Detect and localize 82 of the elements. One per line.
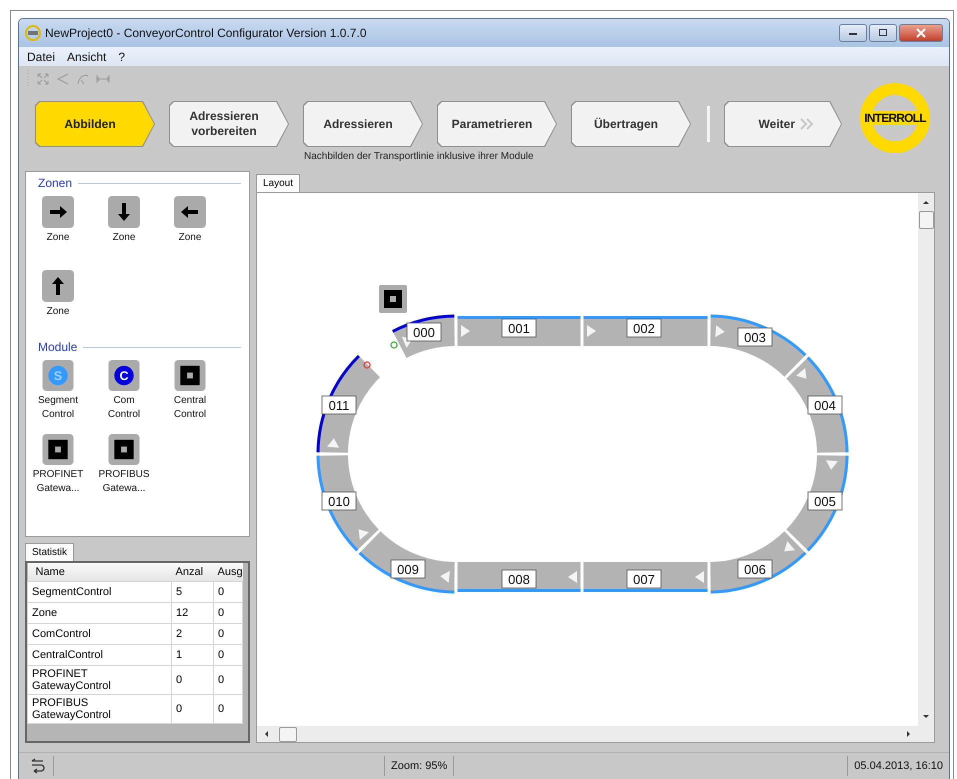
horizontal-scrollbar[interactable]: [257, 726, 934, 742]
palette-label: Com Control: [106, 394, 142, 422]
table-cell: Zone: [28, 602, 172, 624]
zone-label: 001: [502, 318, 536, 338]
module-square-icon[interactable]: [42, 434, 74, 465]
scroll-right-icon[interactable]: [906, 730, 912, 738]
zone-label: 008: [502, 570, 536, 588]
scroll-left-icon[interactable]: [263, 730, 269, 738]
module-square-icon[interactable]: [174, 360, 206, 391]
step-button[interactable]: Adressieren: [303, 101, 423, 147]
table-cell: SegmentControl: [28, 582, 172, 602]
central-control-icon[interactable]: [379, 285, 407, 313]
palette-label: Zone: [178, 231, 202, 245]
statistics-tab[interactable]: Statistik: [25, 543, 74, 561]
scroll-up-icon[interactable]: [922, 199, 930, 205]
table-cell: 0: [214, 644, 242, 666]
step-button[interactable]: Parametrieren: [437, 101, 557, 147]
scroll-down-icon[interactable]: [922, 714, 930, 720]
table-cell: 0: [172, 694, 214, 724]
interroll-logo: INTERROLL: [860, 83, 930, 153]
date-time-status: 05.04.2013, 16:10: [847, 756, 949, 776]
palette-label: Zone: [46, 231, 70, 245]
minimize-button[interactable]: [839, 24, 867, 42]
maximize-icon: [877, 28, 889, 38]
zone-label: 006: [738, 560, 772, 578]
menu-item[interactable]: Datei: [27, 50, 56, 64]
table-cell: 0: [214, 694, 242, 724]
zone-label: 003: [738, 328, 772, 346]
zone-label: 010: [322, 492, 356, 510]
palette-label: PROFIBUS Gatewa...: [98, 468, 150, 496]
step-button[interactable]: Abbilden: [35, 101, 155, 147]
table-cell: 0: [214, 666, 242, 694]
step-button[interactable]: Übertragen: [571, 101, 691, 147]
table-cell: 5: [172, 582, 214, 602]
zone-label: 004: [808, 396, 842, 414]
column-header: Name: [28, 563, 172, 582]
table-cell: 0: [214, 624, 242, 644]
maximize-button[interactable]: [869, 24, 897, 42]
connector-icon[interactable]: [363, 361, 371, 369]
column-header: Ausg: [214, 563, 242, 582]
window-title: NewProject0 - ConveyorControl Configurator Version 1.0.7.0: [45, 26, 366, 40]
table-cell: 12: [172, 602, 214, 624]
menu-item[interactable]: Ansicht: [67, 50, 106, 64]
vertical-scrollbar[interactable]: [918, 193, 934, 726]
scroll-thumb[interactable]: [918, 211, 934, 229]
module-square-icon[interactable]: [108, 434, 140, 465]
palette-label: PROFINET Gatewa...: [32, 468, 84, 496]
double-chevron-icon: [799, 118, 815, 130]
scroll-thumb[interactable]: [279, 726, 297, 742]
table-cell: 1: [172, 644, 214, 666]
zone-label: 007: [626, 570, 662, 588]
table-cell: PROFIBUS GatewayControl: [28, 694, 172, 724]
palette-label: Segment Control: [36, 394, 80, 422]
palette-label: Zone: [46, 305, 70, 319]
next-button[interactable]: Weiter: [724, 101, 842, 147]
menu-item[interactable]: ?: [118, 50, 126, 64]
zone-label: 011: [322, 396, 356, 414]
layout-tab[interactable]: Layout: [256, 174, 300, 192]
zone-label: 005: [808, 492, 842, 510]
zone-label: 009: [390, 560, 426, 578]
palette-label: Central Control: [172, 394, 208, 422]
table-cell: 0: [214, 582, 242, 602]
section-title: Module: [38, 340, 78, 354]
zoom-status: Zoom: 95%: [384, 756, 454, 776]
step-hint: Nachbilden der Transportlinie inklusive ihrer Module: [304, 151, 535, 163]
close-button[interactable]: [899, 24, 943, 42]
connector-icon[interactable]: [390, 341, 398, 349]
column-header: Anzal: [172, 563, 214, 582]
section-title: Zonen: [38, 176, 72, 190]
zone-label: 000: [406, 322, 442, 342]
app-icon: [25, 25, 41, 41]
table-cell: 2: [172, 624, 214, 644]
table-cell: ComControl: [28, 624, 172, 644]
undo-icon[interactable]: [29, 758, 47, 774]
palette-label: Zone: [112, 231, 136, 245]
close-icon: [915, 28, 927, 38]
zone-label: 002: [626, 318, 662, 338]
table-cell: PROFINET GatewayControl: [28, 666, 172, 694]
table-cell: 0: [172, 666, 214, 694]
table-cell: 0: [214, 602, 242, 624]
step-button[interactable]: Adressieren vorbereiten: [169, 101, 289, 147]
table-cell: CentralControl: [28, 644, 172, 666]
